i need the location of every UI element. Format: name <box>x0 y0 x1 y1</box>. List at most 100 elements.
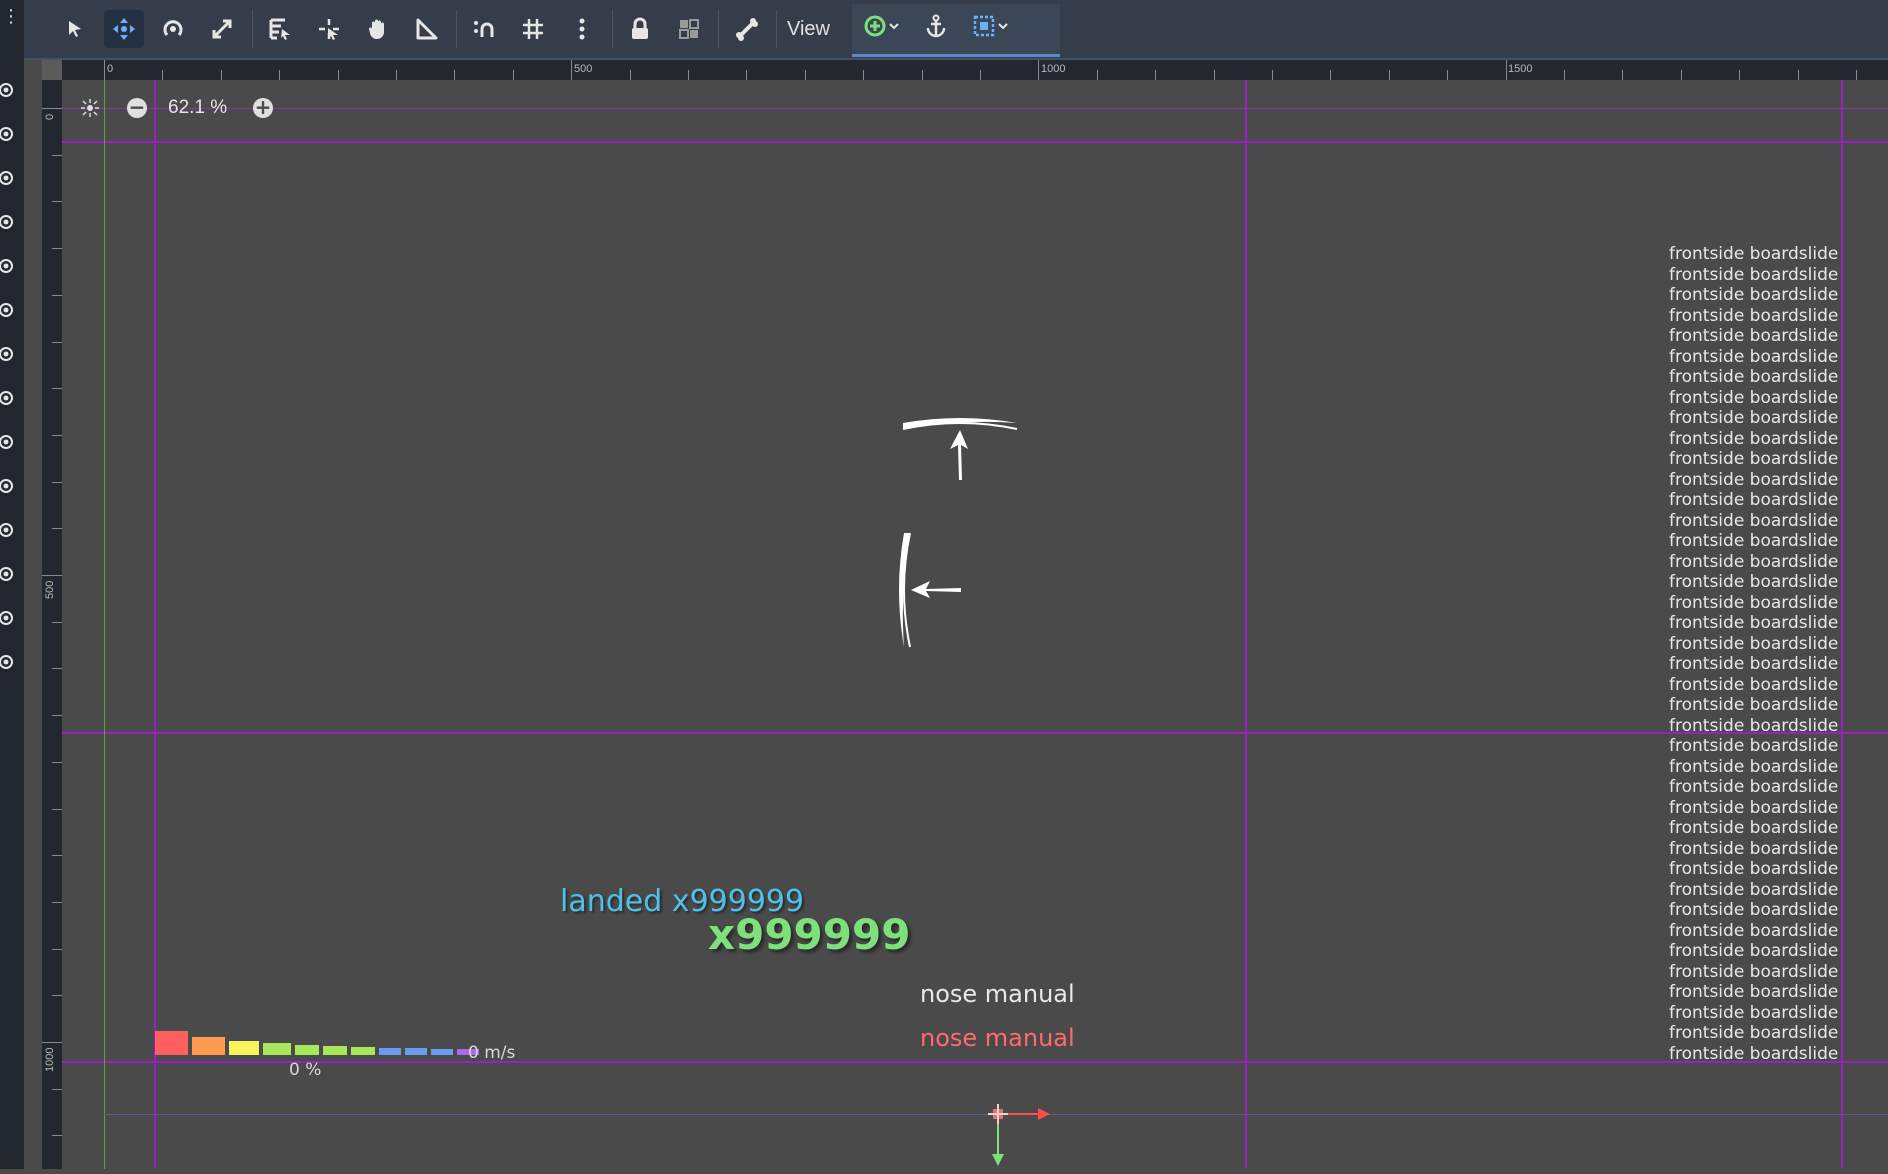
visibility-eye-icon[interactable] <box>0 654 16 669</box>
move-icon[interactable] <box>104 10 144 48</box>
center-view-icon[interactable] <box>80 98 100 122</box>
visibility-eye-icon[interactable] <box>0 610 16 625</box>
pivot-icon[interactable] <box>309 10 349 48</box>
percent-label: 0 % <box>289 1060 322 1080</box>
zoom-in-button[interactable]: + <box>253 97 273 118</box>
trick-list-item: frontside boardslide <box>1669 777 1839 797</box>
zoom-level[interactable]: 62.1 % <box>168 97 227 119</box>
selection-rect-dropdown[interactable] <box>963 7 1021 45</box>
visibility-eye-icon[interactable] <box>0 126 16 141</box>
add-node-dropdown[interactable] <box>854 7 912 45</box>
lock-icon[interactable] <box>620 10 660 48</box>
arrow-cursor-icon[interactable] <box>55 10 95 48</box>
zoom-out-button[interactable]: − <box>127 97 147 118</box>
hand-icon[interactable] <box>358 10 398 48</box>
ruler-tick <box>1739 70 1741 80</box>
visibility-eye-icon[interactable] <box>0 566 16 581</box>
trick-list-item: frontside boardslide <box>1669 941 1839 961</box>
trick-list-item: frontside boardslide <box>1669 879 1839 900</box>
trick-list-item: frontside boardslide <box>1669 264 1839 285</box>
speed-meter-segment <box>431 1049 453 1055</box>
ruler-tick <box>629 70 631 80</box>
ruler-tick <box>512 70 514 80</box>
ruler-tick <box>220 70 222 80</box>
ruler-tick <box>1096 70 1098 80</box>
ruler-tick <box>1622 70 1624 80</box>
anchor-icon[interactable] <box>916 7 956 45</box>
ruler-tick <box>52 434 62 436</box>
speed-meter-segment <box>229 1041 259 1055</box>
visibility-eye-icon[interactable] <box>0 258 16 273</box>
canvas-toolbar: View <box>24 0 1888 60</box>
rotate-icon[interactable] <box>153 10 193 48</box>
list-select-icon[interactable] <box>260 10 300 48</box>
trick-list-item: frontside boardslide <box>1669 900 1839 920</box>
viewport-guide-line <box>62 732 1888 734</box>
visibility-eye-icon[interactable] <box>0 214 16 229</box>
trick-list-item: frontside boardslide <box>1669 490 1839 510</box>
visibility-eye-icon[interactable] <box>0 346 16 361</box>
scale-icon[interactable] <box>202 10 242 48</box>
kebab-icon[interactable] <box>562 10 602 48</box>
ruler-icon[interactable] <box>407 10 447 48</box>
ruler-tick <box>1272 70 1273 80</box>
origin-axis-line <box>104 80 105 1169</box>
trick-list-item: frontside boardslide <box>1669 736 1839 756</box>
speed-meter-segment <box>351 1047 375 1055</box>
vertical-ruler[interactable]: 0 500 1000 <box>42 60 62 1169</box>
ruler-tick <box>52 388 62 390</box>
ruler-tick <box>688 70 689 80</box>
left-arrow-icon <box>896 530 966 654</box>
bone-icon[interactable] <box>727 10 767 48</box>
visibility-eye-icon[interactable] <box>0 170 16 185</box>
visibility-eye-icon[interactable] <box>0 522 16 537</box>
trick-list-item: frontside boardslide <box>1669 367 1839 387</box>
trick-list-item: frontside boardslide <box>1669 756 1839 777</box>
ruler-tick <box>52 808 62 810</box>
ruler-tick <box>1797 70 1799 80</box>
ruler-tick <box>42 108 62 109</box>
ruler-tick <box>1505 60 1507 80</box>
grid-icon[interactable] <box>513 10 553 48</box>
trick-list-item: frontside boardslide <box>1669 674 1839 695</box>
ruler-corner <box>42 60 62 80</box>
view-menu-button[interactable]: View <box>787 10 830 48</box>
trick-list-item: frontside boardslide <box>1669 469 1839 490</box>
transform-gizmo[interactable] <box>984 1100 1054 1174</box>
ruler-tick <box>162 70 164 80</box>
trick-name-red-label: nose manual <box>920 1024 1075 1052</box>
visibility-eye-icon[interactable] <box>0 82 16 97</box>
visibility-eye-icon[interactable] <box>0 390 16 405</box>
trick-list-item: frontside boardslide <box>1669 531 1839 551</box>
ruler-tick <box>1038 60 1040 80</box>
ruler-tick <box>42 575 62 576</box>
trick-list-item: frontside boardslide <box>1669 551 1839 572</box>
trick-list-item: frontside boardslide <box>1669 654 1839 674</box>
trick-list-item: frontside boardslide <box>1669 1002 1839 1023</box>
ruler-tick <box>52 715 62 717</box>
ruler-tick <box>980 70 981 80</box>
ruler-label: 500 <box>44 580 56 599</box>
speed-meter-segment <box>405 1048 427 1055</box>
visibility-eye-icon[interactable] <box>0 302 16 317</box>
horizontal-ruler[interactable]: 0 500 1000 1500 <box>42 60 1888 80</box>
ruler-tick <box>42 1042 62 1043</box>
visibility-eye-icon[interactable] <box>0 434 16 449</box>
trick-list-item: frontside boardslide <box>1669 572 1839 592</box>
ruler-tick <box>52 1088 62 1090</box>
speed-meter-segment <box>323 1046 347 1055</box>
visibility-eye-icon[interactable] <box>0 478 16 493</box>
snap-icon[interactable] <box>464 10 504 48</box>
ruler-label: 1000 <box>44 1047 56 1072</box>
speed-label: 0 m/s <box>468 1043 516 1063</box>
kebab-icon[interactable]: ⋮ <box>2 8 20 26</box>
viewport-guide-line <box>62 1061 1888 1063</box>
trick-list-item: frontside boardslide <box>1669 510 1839 531</box>
trick-list-item: frontside boardslide <box>1669 715 1839 736</box>
ruler-tick <box>52 995 62 997</box>
ruler-tick <box>52 855 62 857</box>
group-icon[interactable] <box>669 10 709 48</box>
trick-list-item: frontside boardslide <box>1669 633 1839 654</box>
ruler-tick <box>337 70 339 80</box>
toolbar-separator <box>456 10 457 48</box>
